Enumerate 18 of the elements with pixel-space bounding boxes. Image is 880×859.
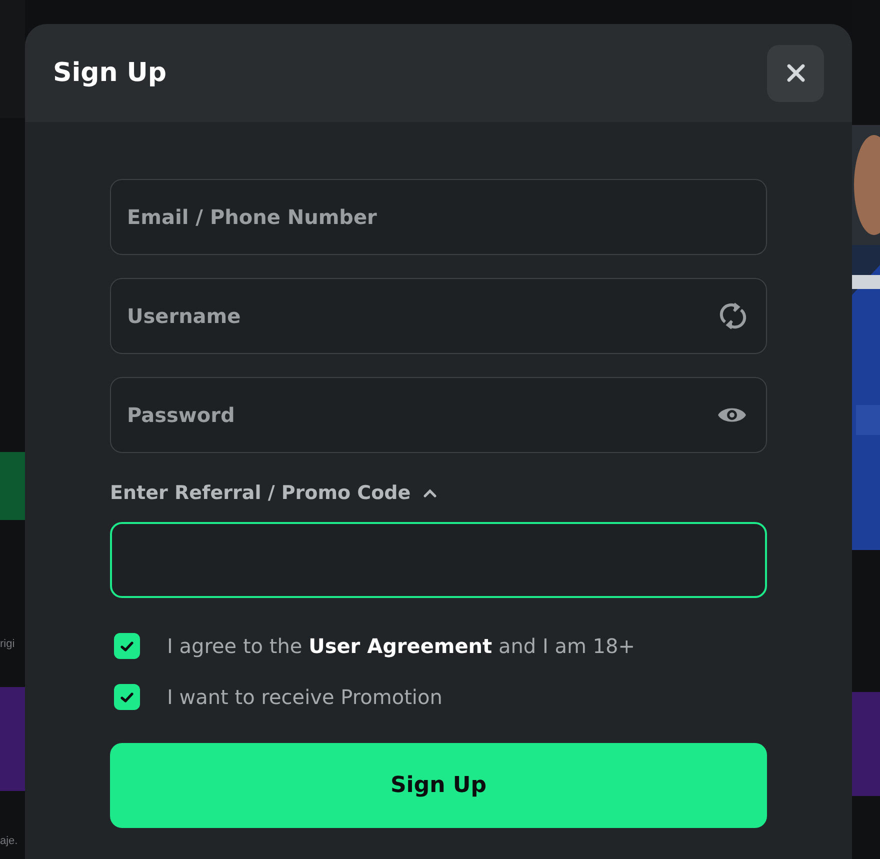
promo-code-field[interactable] <box>110 522 767 598</box>
close-button[interactable] <box>767 44 824 102</box>
caption-text: rigi <box>0 637 16 652</box>
signup-button[interactable]: Sign Up <box>110 742 767 828</box>
close-icon <box>786 63 806 83</box>
checkbox-label: I want to receive Promotion <box>167 684 442 711</box>
promo-toggle[interactable]: Enter Referral / Promo Code <box>110 479 767 508</box>
dialog-title: Sign Up <box>53 56 167 90</box>
checkbox[interactable] <box>114 684 140 710</box>
check-icon <box>120 692 134 702</box>
check-icon <box>120 640 134 652</box>
input-field[interactable]: Email / Phone Number <box>110 179 767 255</box>
password-field[interactable]: Password <box>110 377 767 453</box>
input-field[interactable]: Username <box>110 278 767 354</box>
checkbox-label: I agree to the User Agreement and I am 18+ <box>167 633 636 660</box>
checkbox[interactable] <box>114 633 140 659</box>
caption-text: aje. <box>0 834 19 848</box>
refresh-icon[interactable] <box>719 302 747 330</box>
